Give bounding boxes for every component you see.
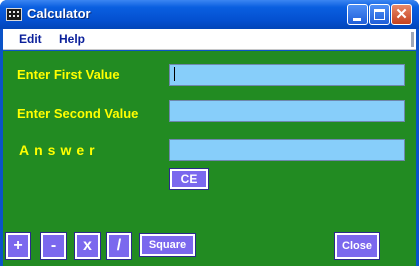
second-value-label: Enter Second Value	[17, 106, 139, 121]
first-value-input[interactable]	[169, 64, 405, 86]
clear-entry-button[interactable]: CE	[169, 168, 209, 190]
minimize-button[interactable]	[347, 4, 368, 25]
close-icon: ✕	[395, 6, 408, 23]
square-button[interactable]: Square	[139, 233, 196, 257]
answer-output[interactable]	[169, 139, 405, 161]
calculator-app-icon	[6, 8, 22, 21]
minimize-icon	[353, 18, 361, 21]
text-cursor	[174, 67, 175, 81]
answer-label: Answer	[19, 142, 100, 158]
calculator-form: Enter First Value Enter Second Value Ans…	[3, 51, 416, 266]
subtract-button[interactable]: -	[40, 232, 67, 260]
menu-grip	[411, 32, 414, 47]
multiply-button[interactable]: x	[74, 232, 101, 260]
menu-bar: Edit Help	[3, 29, 416, 50]
add-button[interactable]: +	[5, 232, 31, 260]
divide-button[interactable]: /	[106, 232, 132, 260]
menu-edit[interactable]: Edit	[19, 32, 42, 46]
close-button[interactable]: Close	[334, 232, 380, 260]
calculator-window: Calculator ✕ Edit Help Enter First Value…	[0, 0, 419, 266]
maximize-icon	[374, 9, 385, 20]
maximize-button[interactable]	[369, 4, 390, 25]
title-bar[interactable]: Calculator ✕	[0, 0, 419, 29]
window-close-button[interactable]: ✕	[391, 4, 412, 25]
window-title: Calculator	[27, 6, 91, 21]
second-value-input[interactable]	[169, 100, 405, 122]
first-value-label: Enter First Value	[17, 67, 120, 82]
menu-help[interactable]: Help	[59, 32, 85, 46]
